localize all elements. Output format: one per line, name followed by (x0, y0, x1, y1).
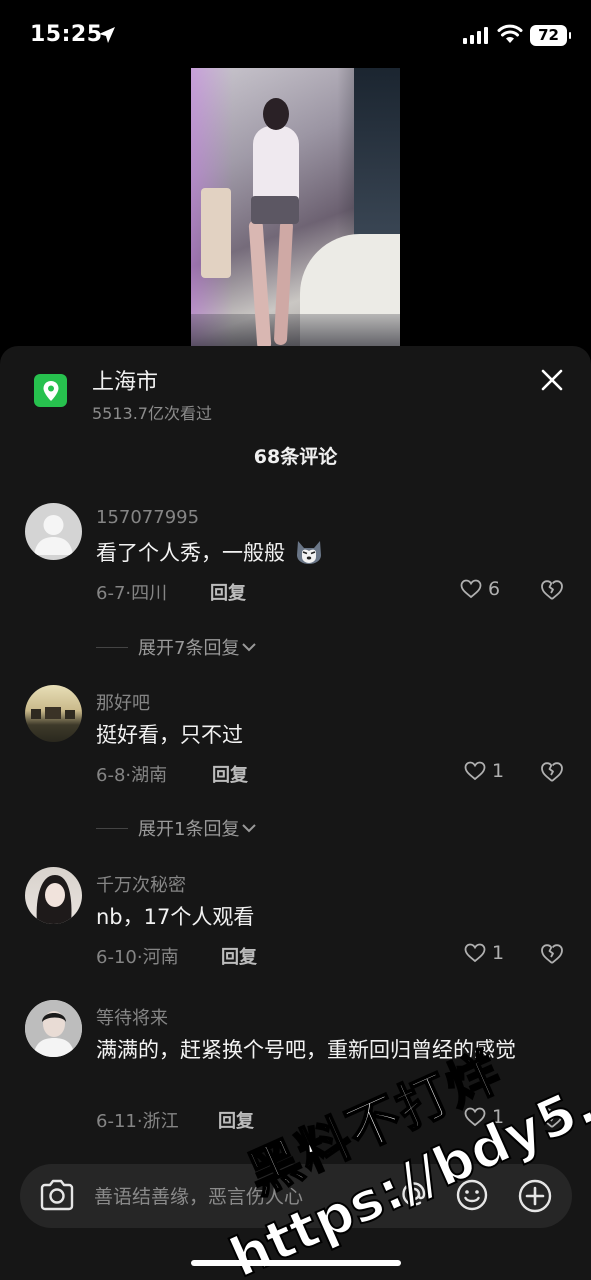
avatar[interactable] (25, 1000, 82, 1057)
comment-date: 6-10 (96, 947, 137, 968)
heart-icon (464, 1107, 486, 1127)
comment-meta: 6-10·河南 (96, 947, 179, 968)
cellular-signal-icon (463, 27, 488, 44)
husky-emoji-icon (296, 541, 321, 564)
avatar[interactable] (25, 685, 82, 742)
location-header[interactable]: 上海市 5513.7亿次看过 (0, 346, 591, 426)
expand-replies-label: 展开1条回复 (138, 819, 240, 840)
emoji-icon[interactable] (455, 1178, 489, 1212)
battery-indicator: 72 (530, 25, 571, 46)
comment-text: 看了个人秀，一般般 (96, 537, 566, 570)
comment-username[interactable]: 157077995 (96, 507, 199, 528)
comment-text: 满满的，赶紧换个号吧，重新回归曾经的感觉 (96, 1038, 516, 1062)
comment-date: 6-8 (96, 765, 126, 786)
like-count: 1 (492, 942, 505, 964)
like-button[interactable]: 1 (464, 942, 504, 964)
comment-region: 浙江 (142, 1111, 179, 1132)
home-indicator[interactable] (191, 1260, 401, 1266)
comment-text: nb，17个人观看 (96, 905, 255, 929)
broken-heart-icon[interactable] (540, 579, 564, 601)
location-pin-icon (34, 374, 67, 407)
comment-username[interactable]: 等待将来 (96, 1004, 168, 1030)
like-count: 1 (492, 760, 505, 782)
comment-region: 河南 (142, 947, 179, 968)
comment-text: 挺好看，只不过 (96, 723, 243, 747)
comment-region: 四川 (131, 583, 168, 604)
comment-date: 6-7 (96, 583, 126, 604)
comment-meta: 6-7·四川 (96, 583, 168, 604)
chevron-down-icon (242, 643, 257, 652)
reply-button[interactable]: 回复 (210, 579, 246, 605)
broken-heart-icon[interactable] (540, 1107, 564, 1129)
close-icon[interactable] (538, 366, 566, 394)
comment-username[interactable]: 那好吧 (96, 689, 150, 715)
status-time: 15:25 (30, 22, 103, 47)
like-button[interactable]: 1 (464, 760, 504, 782)
location-name: 上海市 (92, 370, 159, 395)
at-mention-icon[interactable] (398, 1178, 430, 1210)
comments-count-title: 68条评论 (253, 446, 338, 468)
expand-replies-label: 展开7条回复 (138, 638, 240, 659)
heart-icon (460, 579, 482, 599)
comment-meta: 6-8·湖南 (96, 765, 168, 786)
reply-button[interactable]: 回复 (212, 761, 248, 787)
avatar[interactable] (25, 867, 82, 924)
like-button[interactable]: 6 (460, 578, 500, 600)
comments-sheet: 上海市 5513.7亿次看过 68条评论 157077995 看了个人秀，一般般… (0, 346, 591, 1280)
location-arrow-icon (99, 27, 115, 43)
heart-icon (464, 943, 486, 963)
avatar[interactable] (25, 503, 82, 560)
comment-meta: 6-11·浙江 (96, 1111, 179, 1132)
add-icon[interactable] (517, 1178, 553, 1214)
chevron-down-icon (242, 824, 257, 833)
comment-region: 湖南 (131, 765, 168, 786)
reply-button[interactable]: 回复 (218, 1107, 254, 1133)
camera-icon[interactable] (38, 1178, 76, 1212)
like-count: 6 (488, 578, 501, 600)
comment-date: 6-11 (96, 1111, 137, 1132)
like-button[interactable]: 1 (464, 1106, 504, 1128)
heart-icon (464, 761, 486, 781)
expand-replies-button[interactable]: 展开1条回复 (96, 815, 257, 841)
location-view-count: 5513.7亿次看过 (92, 404, 212, 423)
wifi-icon (497, 24, 523, 43)
video-thumbnail[interactable] (191, 68, 400, 354)
broken-heart-icon[interactable] (540, 943, 564, 965)
comment-input-placeholder: 善语结善缘，恶言伤人心 (94, 1186, 304, 1208)
reply-button[interactable]: 回复 (221, 943, 257, 969)
broken-heart-icon[interactable] (540, 761, 564, 783)
like-count: 1 (492, 1106, 505, 1128)
status-bar: 15:25 72 (0, 0, 591, 70)
comment-username[interactable]: 千万次秘密 (96, 871, 186, 897)
expand-replies-button[interactable]: 展开7条回复 (96, 634, 257, 660)
